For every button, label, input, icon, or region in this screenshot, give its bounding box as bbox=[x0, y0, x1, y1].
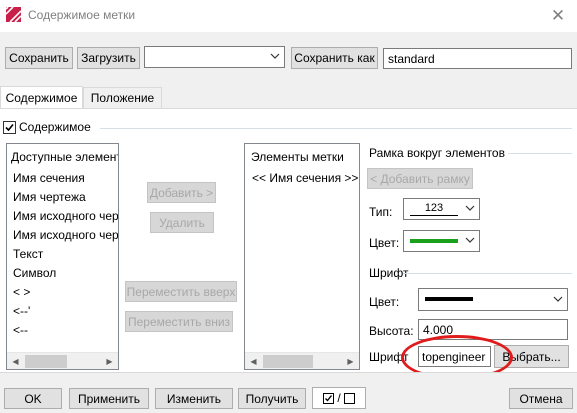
toggle-all-control[interactable]: / bbox=[312, 387, 366, 409]
close-icon[interactable]: ✕ bbox=[546, 4, 570, 28]
font-name-field[interactable]: topengineer bbox=[418, 346, 491, 367]
app-icon bbox=[6, 7, 21, 22]
list-item[interactable]: < > bbox=[13, 285, 30, 299]
list-item[interactable]: <-- bbox=[13, 323, 28, 337]
scroll-left-icon[interactable]: ◀ bbox=[245, 353, 262, 369]
height-label: Высота: bbox=[369, 324, 414, 338]
list-item[interactable]: Имя сечения bbox=[13, 171, 85, 185]
chevron-down-icon bbox=[465, 237, 475, 243]
horizontal-scrollbar[interactable]: ◀ ▶ bbox=[7, 352, 118, 369]
list-header: Доступные элементы bbox=[11, 150, 119, 164]
type-label: Тип: bbox=[369, 205, 393, 219]
title-bar: Содержимое метки ✕ bbox=[0, 0, 577, 32]
template-select[interactable] bbox=[144, 46, 285, 68]
available-elements-list[interactable]: Доступные элементы Имя сечения Имя черте… bbox=[6, 143, 119, 370]
content-checkbox[interactable] bbox=[3, 121, 16, 134]
frame-type-select[interactable]: 123 bbox=[403, 198, 480, 220]
font-label: Шрифт bbox=[369, 350, 409, 364]
checkbox-on-icon bbox=[323, 392, 335, 404]
save-button[interactable]: Сохранить bbox=[5, 47, 73, 69]
ok-button[interactable]: OK bbox=[4, 388, 62, 409]
group-divider bbox=[403, 273, 572, 274]
font-color-label: Цвет: bbox=[369, 295, 400, 309]
group-divider bbox=[508, 153, 572, 154]
line-type-preview: 123 bbox=[410, 203, 458, 216]
get-button[interactable]: Получить bbox=[238, 388, 306, 409]
scroll-right-icon[interactable]: ▶ bbox=[342, 353, 359, 369]
list-item[interactable]: Имя исходного чертежа bbox=[13, 209, 118, 223]
label-elements-list[interactable]: Элементы метки << Имя сечения >> ◀ ▶ bbox=[244, 143, 360, 370]
font-color-select[interactable] bbox=[418, 288, 568, 311]
frame-color-select[interactable] bbox=[403, 230, 480, 252]
remove-button[interactable]: Удалить bbox=[150, 212, 214, 233]
move-down-button[interactable]: Переместить вниз bbox=[125, 311, 233, 332]
list-item[interactable]: Символ bbox=[13, 266, 56, 280]
choose-font-button[interactable]: Выбрать... bbox=[494, 345, 569, 368]
modify-button[interactable]: Изменить bbox=[155, 388, 233, 409]
content-checkbox-label: Содержимое bbox=[19, 120, 91, 134]
list-item[interactable]: << Имя сечения >> bbox=[252, 171, 358, 185]
apply-button[interactable]: Применить bbox=[69, 388, 149, 409]
frame-group-title: Рамка вокруг элементов bbox=[369, 146, 505, 160]
horizontal-scrollbar[interactable]: ◀ ▶ bbox=[245, 352, 359, 369]
frame-color-swatch bbox=[410, 239, 458, 243]
tab-position[interactable]: Положение bbox=[83, 87, 162, 108]
list-header: Элементы метки bbox=[251, 150, 344, 164]
list-item[interactable]: Текст bbox=[13, 247, 43, 261]
font-height-input[interactable]: 4.000 bbox=[418, 319, 568, 340]
list-item[interactable]: Имя исходного чертежа bbox=[13, 228, 118, 242]
window-title: Содержимое метки bbox=[28, 8, 136, 22]
scroll-right-icon[interactable]: ▶ bbox=[101, 353, 118, 369]
cancel-button[interactable]: Отмена bbox=[509, 388, 573, 409]
frame-color-label: Цвет: bbox=[369, 236, 400, 250]
save-as-button[interactable]: Сохранить как bbox=[291, 47, 378, 69]
save-as-name-input[interactable]: standard bbox=[383, 48, 572, 69]
move-up-button[interactable]: Переместить вверх bbox=[125, 281, 237, 302]
chevron-down-icon bbox=[553, 296, 563, 302]
chevron-down-icon bbox=[270, 53, 280, 59]
tab-content[interactable]: Содержимое bbox=[0, 86, 83, 109]
scroll-thumb[interactable] bbox=[25, 355, 67, 368]
checkbox-off-icon bbox=[343, 392, 355, 404]
checkmark-icon bbox=[5, 123, 14, 132]
scroll-thumb[interactable] bbox=[263, 355, 313, 368]
chevron-down-icon bbox=[465, 205, 475, 211]
list-item[interactable]: <--' bbox=[13, 304, 30, 318]
scroll-left-icon[interactable]: ◀ bbox=[7, 353, 24, 369]
list-item[interactable]: Имя чертежа bbox=[13, 190, 86, 204]
toggle-separator: / bbox=[337, 391, 341, 405]
font-color-swatch bbox=[425, 297, 473, 301]
add-frame-button[interactable]: < Добавить рамку bbox=[367, 168, 473, 189]
add-button[interactable]: Добавить > bbox=[147, 182, 216, 203]
group-divider bbox=[100, 128, 572, 129]
load-button[interactable]: Загрузить bbox=[77, 47, 140, 69]
